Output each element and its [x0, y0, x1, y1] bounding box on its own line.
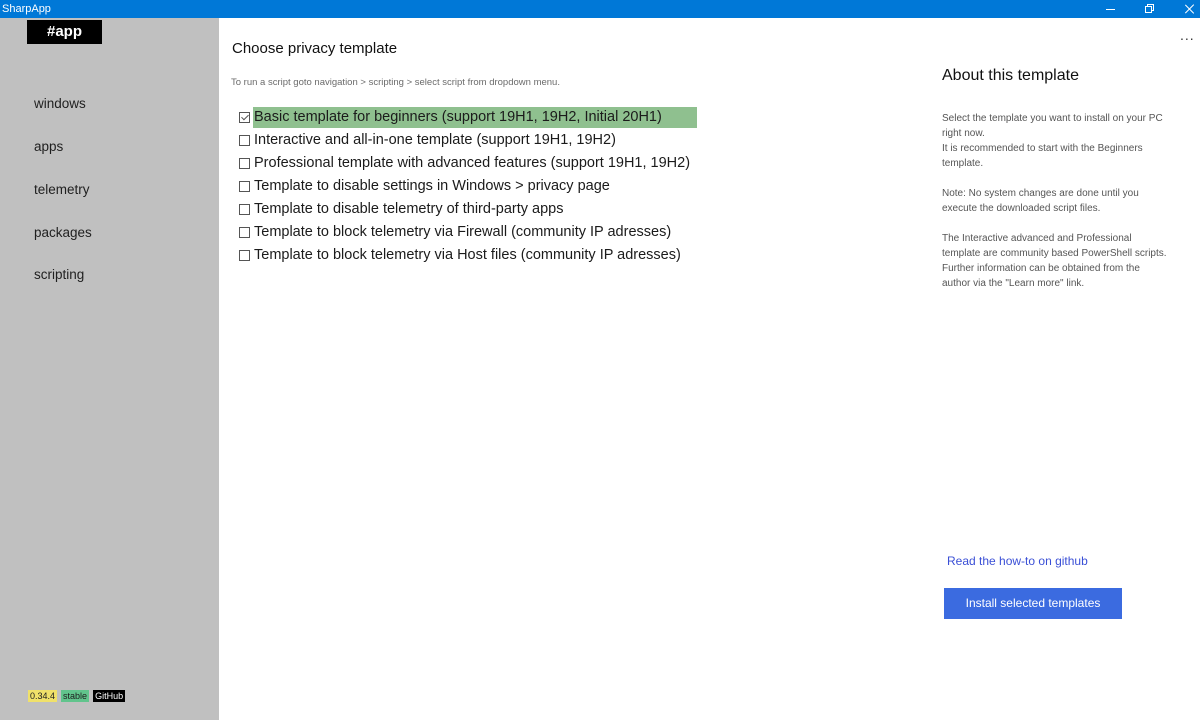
- template-item-privacy-settings[interactable]: Template to disable settings in Windows …: [239, 175, 697, 198]
- app-logo[interactable]: #app: [27, 20, 102, 44]
- about-paragraph: The Interactive advanced and Professiona…: [942, 233, 1167, 289]
- version-badges: 0.34.4 stable GitHub: [28, 690, 126, 702]
- restore-icon: [1145, 4, 1155, 14]
- window-title: SharpApp: [2, 3, 51, 15]
- template-list: Basic template for beginners (support 19…: [239, 106, 697, 267]
- checkbox-icon[interactable]: [239, 204, 250, 215]
- template-label: Template to disable settings in Windows …: [254, 178, 610, 194]
- channel-badge: stable: [61, 690, 90, 702]
- restore-button[interactable]: [1130, 0, 1170, 18]
- title-bar: SharpApp: [0, 0, 1200, 18]
- install-templates-button[interactable]: Install selected templates: [944, 588, 1122, 619]
- more-options-button[interactable]: ...: [1180, 28, 1195, 42]
- checkbox-checked-icon[interactable]: [239, 112, 250, 123]
- sidebar-item-windows[interactable]: windows: [34, 96, 86, 111]
- sidebar: #app windows apps telemetry packages scr…: [0, 18, 219, 720]
- template-label: Basic template for beginners (support 19…: [253, 107, 697, 128]
- template-item-host-files[interactable]: Template to block telemetry via Host fil…: [239, 244, 697, 267]
- checkbox-icon[interactable]: [239, 158, 250, 169]
- sidebar-item-packages[interactable]: packages: [34, 225, 92, 240]
- template-label: Template to disable telemetry of third-p…: [254, 201, 564, 217]
- template-label: Interactive and all-in-one template (sup…: [254, 132, 616, 148]
- sidebar-item-apps[interactable]: apps: [34, 139, 63, 154]
- template-item-professional[interactable]: Professional template with advanced feat…: [239, 152, 697, 175]
- template-label: Template to block telemetry via Host fil…: [254, 247, 681, 263]
- minimize-icon: [1105, 8, 1115, 10]
- checkbox-icon[interactable]: [239, 250, 250, 261]
- about-title: About this template: [942, 67, 1079, 84]
- navigation-hint: To run a script goto navigation > script…: [231, 77, 560, 88]
- minimize-button[interactable]: [1090, 0, 1130, 18]
- template-item-firewall[interactable]: Template to block telemetry via Firewall…: [239, 221, 697, 244]
- template-item-interactive[interactable]: Interactive and all-in-one template (sup…: [239, 129, 697, 152]
- template-item-third-party[interactable]: Template to disable telemetry of third-p…: [239, 198, 697, 221]
- template-item-beginners[interactable]: Basic template for beginners (support 19…: [239, 106, 697, 129]
- checkbox-icon[interactable]: [239, 135, 250, 146]
- template-label: Professional template with advanced feat…: [254, 155, 691, 171]
- checkbox-icon[interactable]: [239, 181, 250, 192]
- sidebar-item-telemetry[interactable]: telemetry: [34, 182, 90, 197]
- close-button[interactable]: [1170, 0, 1200, 18]
- sidebar-item-scripting[interactable]: scripting: [34, 267, 84, 282]
- version-badge: 0.34.4: [28, 690, 58, 702]
- page-title: Choose privacy template: [232, 40, 398, 57]
- checkbox-icon[interactable]: [239, 227, 250, 238]
- about-paragraph: Note: No system changes are done until y…: [942, 188, 1139, 214]
- about-paragraph: Select the template you want to install …: [942, 113, 1163, 169]
- howto-github-link[interactable]: Read the how-to on github: [947, 554, 1088, 568]
- about-description: Select the template you want to install …: [942, 111, 1167, 306]
- close-icon: [1185, 4, 1195, 14]
- github-badge[interactable]: GitHub: [93, 690, 126, 702]
- template-label: Template to block telemetry via Firewall…: [254, 224, 672, 240]
